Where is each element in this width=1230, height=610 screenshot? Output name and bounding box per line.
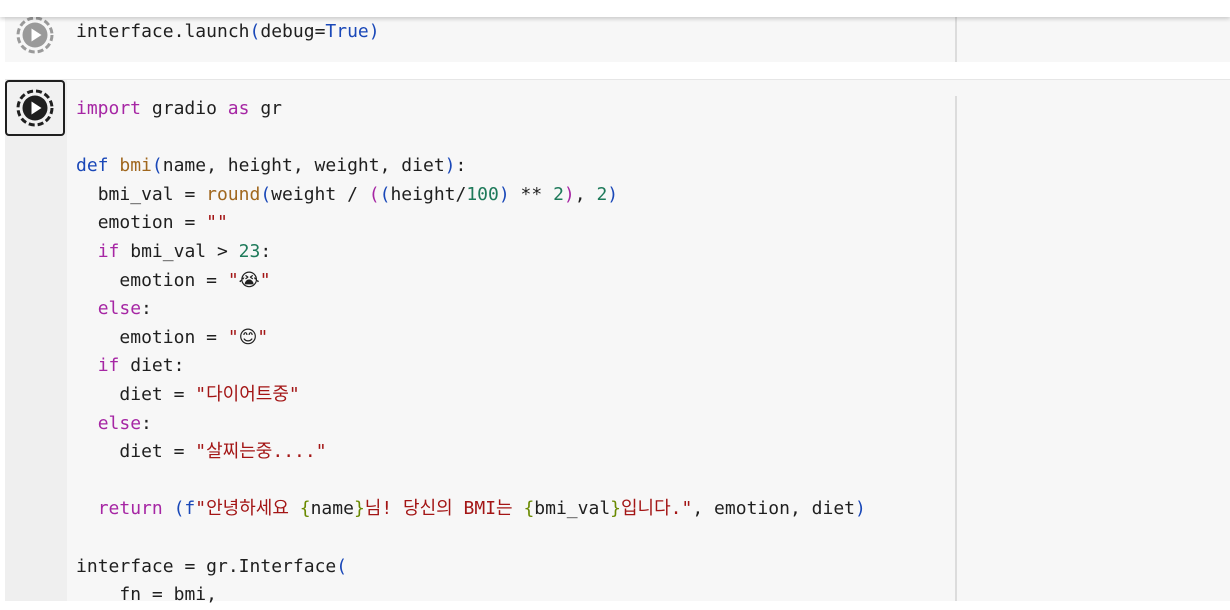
code-editor[interactable]: interface.launch(debug=True) [76,18,380,47]
code-line: if diet: [97,355,185,377]
code-line: bmi_val = round(weight / ((height/100) *… [97,183,619,205]
code-line: interface.launch(debug=True) [76,21,380,42]
code-line: diet = "살찌는중...." [119,441,327,463]
play-circle-icon [16,16,54,54]
toolbar-shadow [0,0,1230,17]
code-line: import gradio as gr [76,98,282,119]
code-line: diet = "다이어트중" [119,383,300,405]
code-line: def bmi(name, height, weight, diet): [76,155,467,177]
code-line: else: [97,298,152,320]
code-cell-2[interactable]: import gradio as gr def bmi(name, height… [5,79,1230,605]
run-cell-button[interactable] [5,80,65,136]
code-line: emotion = "" [97,212,228,234]
code-line: interface = gr.Interface( [76,555,348,577]
play-circle-icon [16,89,54,127]
line-length-ruler [955,96,957,601]
code-line: return (f"안녕하세요 {name}님! 당신의 BMI는 {bmi_v… [97,498,866,520]
code-line: emotion = "😭" [119,269,271,291]
code-editor[interactable]: import gradio as gr def bmi(name, height… [76,95,866,610]
code-line: else: [97,412,152,434]
code-cell-1[interactable]: interface.launch(debug=True) [5,16,1230,62]
cell-gutter [5,80,67,601]
line-length-ruler [955,17,957,62]
code-line: fn = bmi, [119,584,217,606]
code-line: if bmi_val > 23: [97,240,272,262]
code-line: emotion = "😊" [119,326,269,348]
